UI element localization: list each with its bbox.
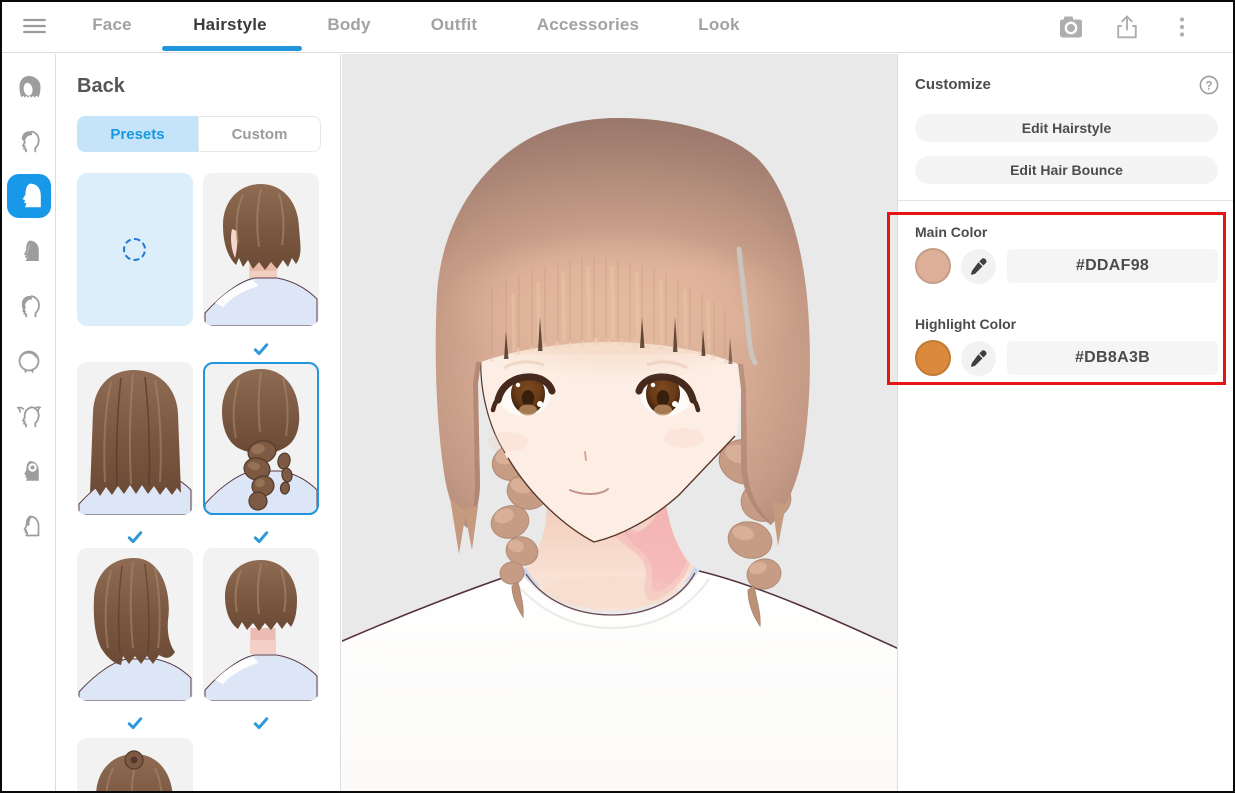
svg-text:?: ? [1205, 80, 1212, 92]
